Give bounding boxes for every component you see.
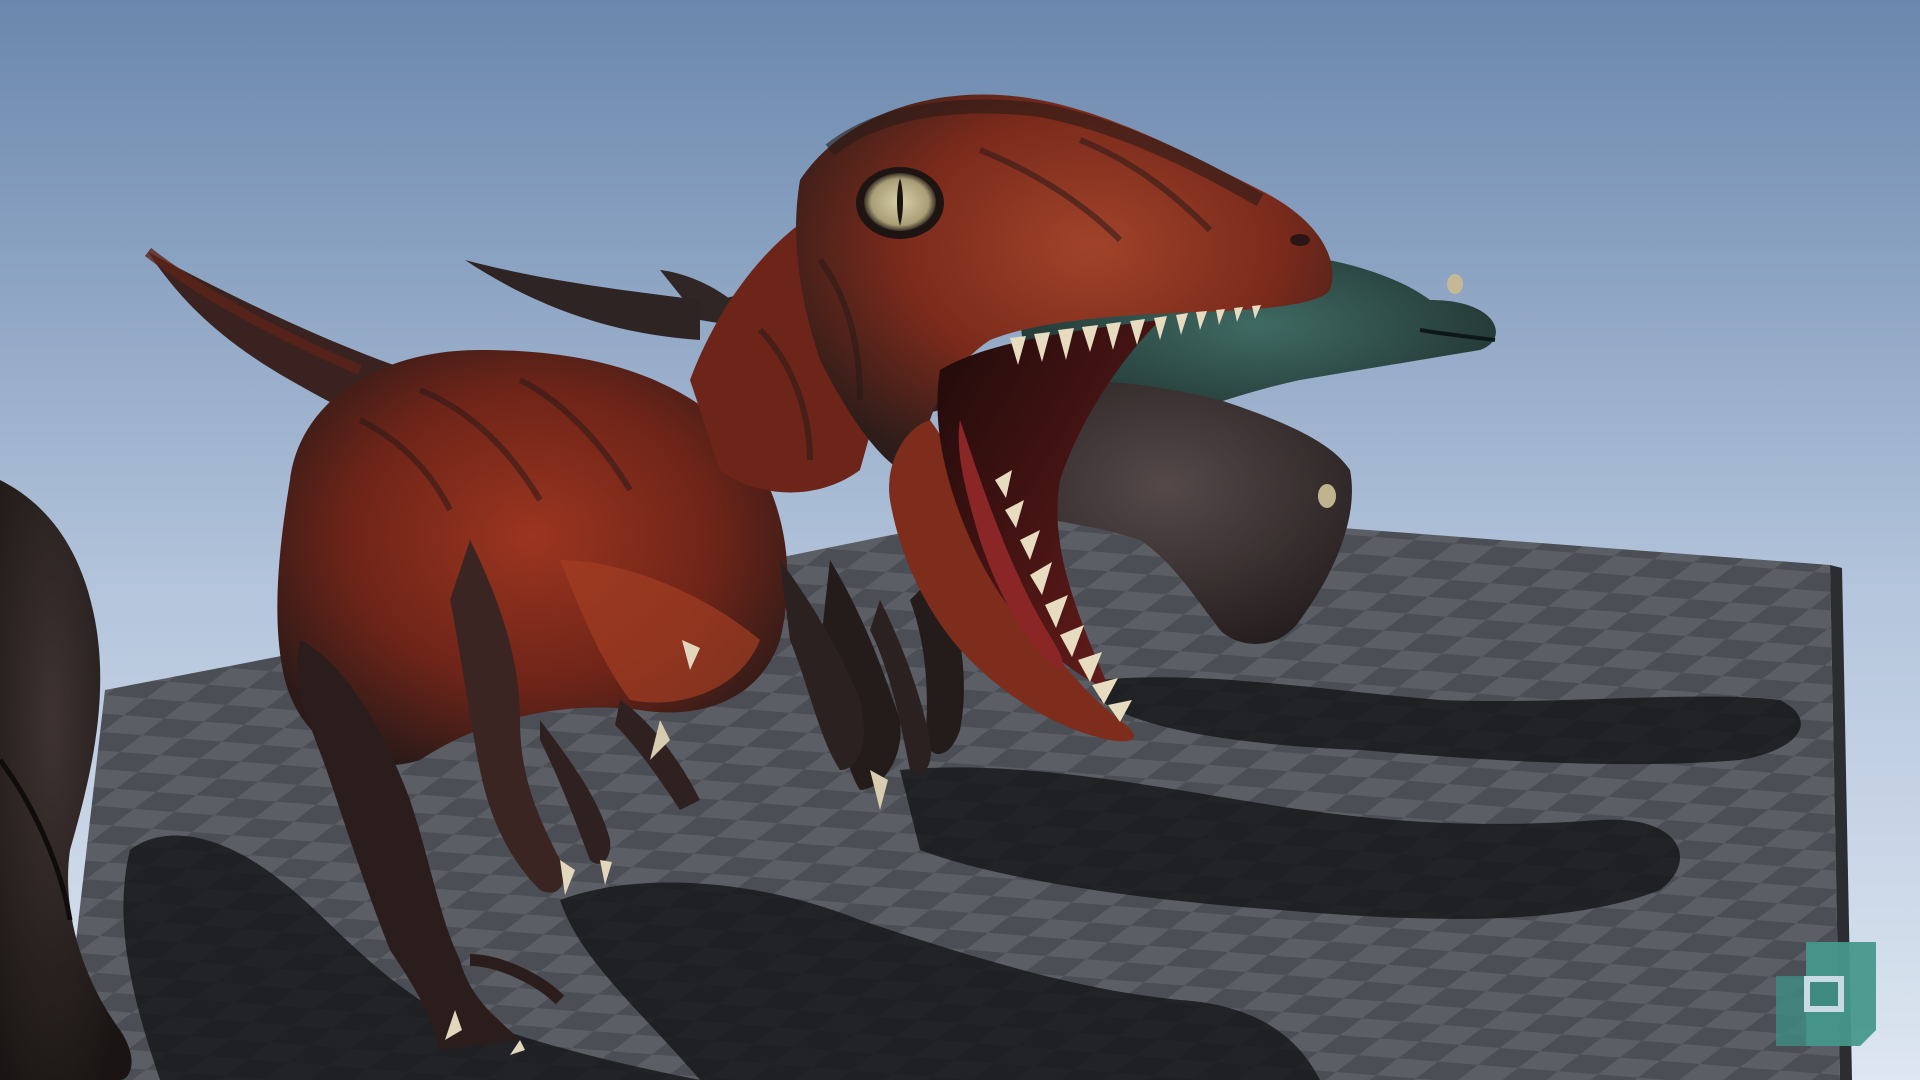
engine-logo-icon (1776, 942, 1876, 1046)
raptor-eye (856, 167, 944, 239)
scene-render[interactable] (0, 0, 1920, 1080)
game-viewport[interactable] (0, 0, 1920, 1080)
